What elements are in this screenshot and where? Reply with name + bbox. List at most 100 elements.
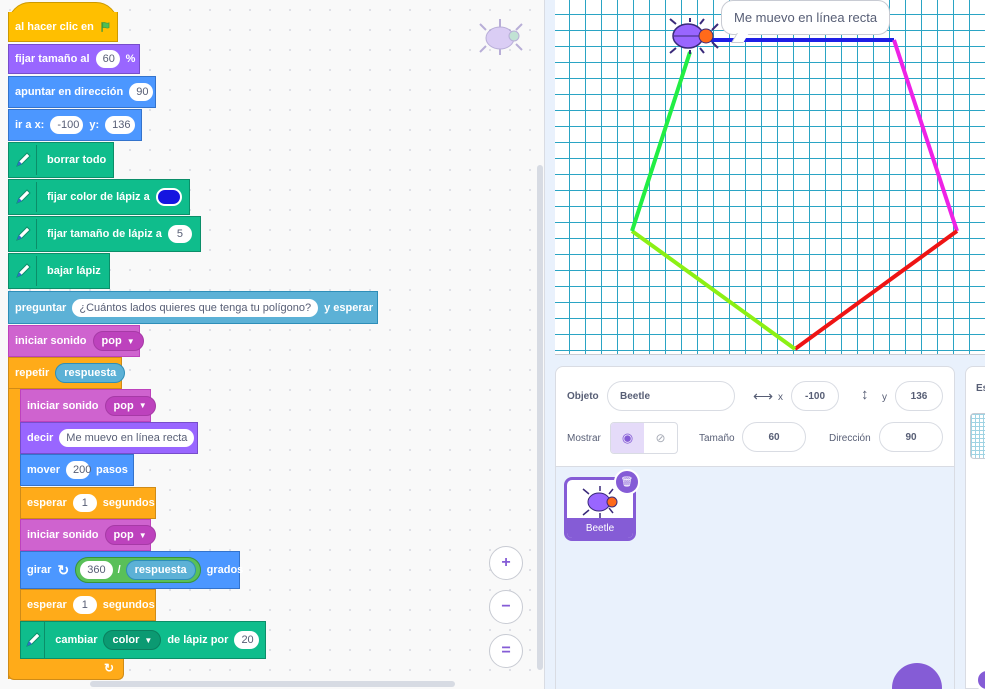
point-direction-block[interactable]: apuntar en dirección 90 bbox=[8, 76, 156, 108]
start-sound-label: iniciar sonido bbox=[27, 529, 99, 541]
go-to-x-input[interactable]: -100 bbox=[50, 116, 84, 134]
wait-seconds-input[interactable]: 1 bbox=[72, 494, 97, 512]
chevron-down-icon: ▼ bbox=[126, 336, 135, 346]
zoom-out-button[interactable]: − bbox=[489, 590, 523, 624]
wait-block[interactable]: esperar 1 segundos bbox=[20, 487, 156, 519]
set-pen-size-block[interactable]: fijar tamaño de lápiz a 5 bbox=[8, 216, 201, 252]
pen-color-swatch[interactable] bbox=[155, 188, 182, 206]
vertical-scrollbar[interactable] bbox=[537, 165, 543, 670]
sound-dropdown[interactable]: pop ▼ bbox=[104, 525, 156, 545]
set-size-input[interactable]: 60 bbox=[95, 50, 120, 68]
go-to-y-input[interactable]: 136 bbox=[105, 116, 135, 134]
ask-suffix: y esperar bbox=[324, 301, 374, 314]
y-field[interactable]: 136 bbox=[895, 381, 943, 411]
stage-pane-label: Es bbox=[976, 383, 985, 394]
stage[interactable] bbox=[555, 0, 985, 355]
direction-label: Dirección bbox=[829, 433, 871, 444]
speech-bubble: Me muevo en línea recta bbox=[721, 0, 891, 35]
ask-block[interactable]: preguntar ¿Cuántos lados quieres que ten… bbox=[8, 291, 378, 324]
wait-block[interactable]: esperar 1 segundos bbox=[20, 589, 156, 621]
point-direction-input[interactable]: 90 bbox=[129, 83, 154, 101]
eye-icon[interactable]: ◉ bbox=[611, 423, 644, 453]
set-size-block[interactable]: fijar tamaño al 60 % bbox=[8, 44, 140, 74]
ask-question-input[interactable]: ¿Cuántos lados quieres que tenga tu polí… bbox=[72, 298, 319, 317]
wait-seconds-input[interactable]: 1 bbox=[72, 596, 97, 614]
sound-dropdown-value: pop bbox=[113, 529, 134, 541]
start-sound-block[interactable]: iniciar sonido pop ▼ bbox=[20, 389, 156, 422]
pen-line-green bbox=[630, 51, 692, 232]
code-area[interactable]: ↻ al hacer clic en fijar tamaño al 60 % … bbox=[0, 0, 545, 689]
say-block[interactable]: decir Me muevo en línea recta bbox=[20, 422, 198, 454]
change-pen-label: cambiar bbox=[55, 634, 98, 646]
start-sound-block[interactable]: iniciar sonido pop ▼ bbox=[8, 325, 144, 357]
go-to-y-label: y: bbox=[89, 119, 100, 131]
horizontal-scrollbar[interactable] bbox=[90, 681, 455, 687]
pen-drawing bbox=[630, 18, 959, 351]
repeat-block[interactable]: repetir respuesta bbox=[8, 357, 126, 389]
zoom-reset-icon: = bbox=[501, 642, 511, 659]
show-toggle[interactable]: ◉ ⊘ bbox=[610, 422, 678, 454]
loop-arrow-icon: ↻ bbox=[104, 661, 115, 675]
zoom-in-icon: + bbox=[501, 554, 511, 571]
pen-icon bbox=[9, 219, 37, 249]
go-to-xy-block[interactable]: ir a x: -100 y: 136 bbox=[8, 109, 142, 141]
wait-label: esperar bbox=[27, 599, 67, 611]
move-suffix: pasos bbox=[96, 464, 128, 476]
repeat-label: repetir bbox=[15, 367, 50, 379]
pen-param-dropdown[interactable]: color ▼ bbox=[103, 630, 162, 650]
move-steps-input[interactable]: 200 bbox=[66, 461, 91, 479]
size-field[interactable]: 60 bbox=[742, 422, 806, 452]
delete-sprite-button[interactable]: 🗑 bbox=[614, 469, 640, 495]
when-flag-clicked-block[interactable]: al hacer clic en bbox=[8, 12, 118, 42]
sound-dropdown[interactable]: pop ▼ bbox=[104, 395, 156, 416]
change-pen-block[interactable]: cambiar color ▼ de lápiz por 20 bbox=[20, 621, 266, 659]
turn-degrees-block[interactable]: girar ↻ 360 / respuesta grados bbox=[20, 551, 243, 589]
beetle-sprite bbox=[669, 18, 719, 54]
pen-line-yellow-green bbox=[630, 229, 797, 351]
start-sound-block[interactable]: iniciar sonido pop ▼ bbox=[20, 519, 156, 551]
stage-thumbnail[interactable] bbox=[970, 413, 985, 459]
pen-line-magenta bbox=[892, 39, 959, 232]
sprite-list: Beetle bbox=[556, 467, 954, 689]
show-label: Mostrar bbox=[567, 433, 601, 444]
dividend-input[interactable]: 360 bbox=[80, 561, 113, 579]
set-pen-size-input[interactable]: 5 bbox=[167, 225, 192, 243]
chevron-down-icon: ▼ bbox=[144, 635, 153, 645]
move-label: mover bbox=[27, 464, 61, 476]
chevron-down-icon: ▼ bbox=[138, 530, 147, 540]
x-field[interactable]: -100 bbox=[791, 381, 839, 411]
sprite-name-field[interactable]: Beetle bbox=[607, 381, 735, 411]
answer-reporter[interactable]: respuesta bbox=[125, 560, 196, 580]
pen-down-label: bajar lápiz bbox=[47, 265, 101, 277]
sound-dropdown[interactable]: pop ▼ bbox=[92, 331, 144, 351]
y-label: y bbox=[882, 392, 887, 403]
start-sound-label: iniciar sonido bbox=[15, 335, 87, 347]
sprite-info: Objeto Beetle ⟷ x -100 ↕ y 136 Mostrar ◉… bbox=[556, 367, 954, 467]
set-size-label: fijar tamaño al bbox=[15, 53, 90, 65]
zoom-reset-button[interactable]: = bbox=[489, 634, 523, 668]
direction-field[interactable]: 90 bbox=[879, 422, 943, 452]
move-steps-block[interactable]: mover 200 pasos bbox=[20, 454, 134, 486]
say-text-input[interactable]: Me muevo en línea recta bbox=[59, 429, 195, 447]
change-pen-middle: de lápiz por bbox=[167, 634, 229, 646]
eye-hidden-icon[interactable]: ⊘ bbox=[644, 423, 677, 453]
stage-pane: Es bbox=[965, 366, 985, 689]
pen-down-block[interactable]: bajar lápiz bbox=[8, 253, 110, 289]
wait-suffix: segundos bbox=[102, 497, 155, 509]
go-to-x-label: ir a x: bbox=[15, 119, 45, 131]
zoom-in-button[interactable]: + bbox=[489, 546, 523, 580]
pen-line-red bbox=[793, 229, 959, 351]
pen-icon bbox=[9, 256, 37, 286]
answer-reporter[interactable]: respuesta bbox=[55, 363, 126, 383]
set-pen-color-block[interactable]: fijar color de lápiz a bbox=[8, 179, 190, 215]
erase-all-label: borrar todo bbox=[47, 154, 107, 166]
turn-label: girar bbox=[27, 564, 52, 576]
wait-suffix: segundos bbox=[102, 599, 155, 611]
point-direction-label: apuntar en dirección bbox=[15, 86, 124, 98]
pen-param-value: color bbox=[112, 634, 140, 646]
divide-operator[interactable]: 360 / respuesta bbox=[75, 557, 201, 583]
erase-all-block[interactable]: borrar todo bbox=[8, 142, 114, 178]
change-pen-input[interactable]: 20 bbox=[234, 631, 259, 649]
pen-icon bbox=[9, 145, 37, 175]
sprite-thumbnail-name: Beetle bbox=[567, 518, 633, 538]
